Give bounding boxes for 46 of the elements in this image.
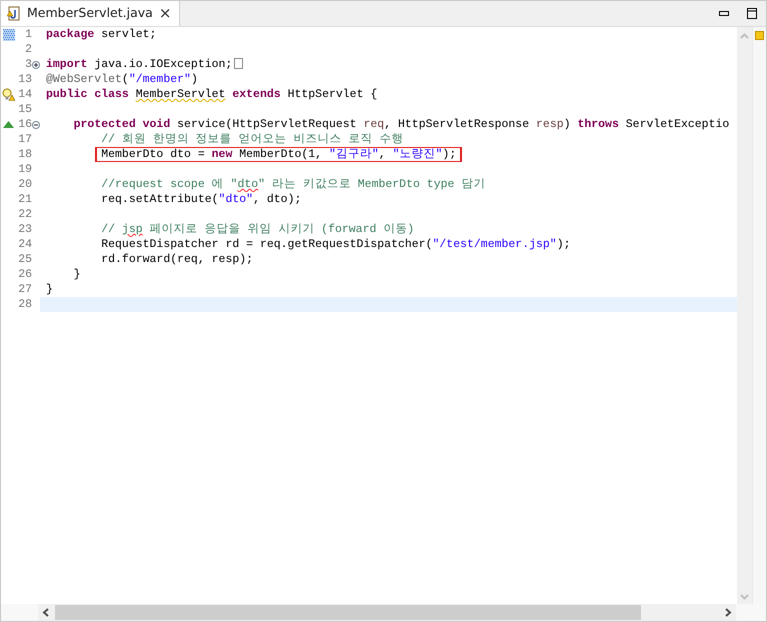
horizontal-scrollbar[interactable] (38, 604, 736, 621)
folded-code-marker[interactable] (234, 58, 244, 70)
code-line: @WebServlet("/member") (46, 73, 198, 86)
line-number: 18 (17, 147, 32, 162)
line-number: 17 (17, 132, 32, 147)
vertical-scrollbar[interactable] (737, 27, 752, 604)
code-line: rd.forward(req, resp); (101, 253, 254, 266)
expand-icon[interactable] (32, 60, 40, 68)
line-number: 25 (17, 252, 32, 267)
line-number: 23 (17, 222, 32, 237)
code-line: RequestDispatcher rd = req.getRequestDispatcher("/test/member.jsp"); (101, 238, 571, 251)
code-line: // jsp 페이지로 응답을 위임 시키기 (forward 이동) (101, 223, 414, 236)
line-number: 14 (17, 87, 32, 102)
line-number: 2 (24, 42, 32, 57)
line-number: 26 (17, 267, 32, 282)
close-tab-button[interactable]: × (158, 6, 172, 21)
code-line: } (74, 268, 81, 281)
overview-marker-icon (755, 31, 764, 40)
maximize-icon (747, 8, 757, 19)
code-line: public class MemberServlet extends HttpServlet { (46, 88, 378, 101)
line-number: 19 (17, 162, 32, 177)
line-number: 22 (17, 207, 32, 222)
line-number: 15 (17, 102, 32, 117)
editor-tab[interactable]: MemberServlet.java × (1, 1, 180, 26)
java-file-icon (7, 6, 21, 21)
code-line: protected void service(HttpServletRequest req, HttpServletResponse resp) throws ServletExceptio (74, 118, 730, 131)
code-line: } (46, 283, 53, 296)
scroll-up-icon (740, 33, 749, 39)
code-line: //request scope 에 "dto" 라는 키값으로 MemberDto type 담기 (101, 178, 486, 191)
line-number: 20 (17, 177, 32, 192)
scroll-down-icon (740, 594, 749, 600)
collapse-icon[interactable] (32, 120, 40, 128)
line-number: 28 (17, 297, 32, 312)
line-number: 21 (17, 192, 32, 207)
line-number: 3 (24, 57, 32, 72)
code-line: package servlet; (46, 28, 156, 41)
line-number: 16 (17, 117, 32, 132)
code-line: // 회원 한명의 정보를 얻어오는 비즈니스 로직 수행 (101, 133, 404, 146)
line-number: 27 (17, 282, 32, 297)
scrollbar-thumb[interactable] (55, 605, 641, 620)
line-number: 1 (24, 27, 32, 42)
code-line: req.setAttribute("dto", dto); (101, 193, 302, 206)
code-line: import java.io.IOException; (46, 58, 232, 71)
minimize-icon (719, 11, 729, 16)
line-number: 24 (17, 237, 32, 252)
line-number: 13 (17, 72, 32, 87)
